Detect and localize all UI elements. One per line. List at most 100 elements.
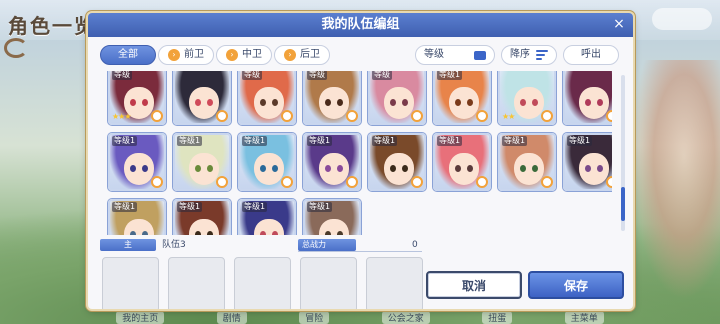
scrollbar-thumb[interactable]: [621, 187, 625, 221]
nav-home: 我的主页: [116, 311, 165, 324]
character-card[interactable]: 等级: [303, 71, 361, 125]
character-card[interactable]: ★★: [498, 71, 556, 125]
portrait-eye: [532, 165, 538, 172]
character-card[interactable]: 等级1: [173, 133, 231, 191]
character-card[interactable]: 等级1: [498, 133, 556, 191]
position-icon: [216, 176, 228, 188]
back-position-icon: ›: [284, 49, 296, 61]
character-card[interactable]: 等级1: [433, 133, 491, 191]
character-level: 等级: [242, 71, 262, 80]
position-icon: [216, 110, 228, 122]
character-level: 等级1: [307, 136, 333, 146]
portrait-eye: [142, 99, 148, 106]
portrait-eye: [520, 165, 526, 172]
position-icon: [346, 110, 358, 122]
character-card[interactable]: 等级1: [368, 133, 426, 191]
portrait-face: [579, 153, 609, 185]
portrait-eye: [390, 99, 396, 106]
portrait-face: [319, 87, 349, 119]
character-card[interactable]: 等级1: [238, 199, 296, 235]
background-menu-button: [652, 8, 712, 30]
portrait-eye: [207, 165, 213, 172]
nav-story: 剧情: [216, 311, 247, 324]
portrait-eye: [467, 165, 473, 172]
character-card[interactable]: 等级: [238, 71, 296, 125]
portrait-face: [254, 87, 284, 119]
front-position-icon: ›: [168, 49, 180, 61]
sort-order-button[interactable]: 降序: [501, 45, 557, 65]
character-grid: 等级 ★★★ 等级 等级 等级 等级1 ★★ 等级1 等级1 等级1 等级1 等级1 等级1 等级1 等级1…: [100, 71, 612, 235]
character-card[interactable]: 等级1: [238, 133, 296, 191]
character-card[interactable]: 等级1: [173, 199, 231, 235]
character-level: 等级: [112, 71, 132, 80]
portrait-eye: [585, 99, 591, 106]
portrait-face: [514, 153, 544, 185]
character-card[interactable]: 等级 ★★★: [108, 71, 166, 125]
character-card[interactable]: 等级1: [563, 133, 612, 191]
portrait-eye: [207, 231, 213, 235]
background-bottom-nav: 我的主页 剧情 冒险 公会之家 扭蛋 主菜单: [90, 308, 630, 324]
party-slot[interactable]: [168, 257, 225, 309]
sort-key-label: 等级: [424, 49, 444, 60]
cancel-button[interactable]: 取消: [426, 271, 522, 299]
sort-key-button[interactable]: 等级: [415, 45, 495, 65]
save-button[interactable]: 保存: [528, 271, 624, 299]
character-card[interactable]: 等级1: [433, 71, 491, 125]
close-icon[interactable]: ×: [611, 17, 627, 33]
nav-menu: 主菜单: [564, 311, 604, 324]
total-power-value: 0: [412, 240, 418, 250]
character-level: 等级1: [177, 202, 203, 212]
sort-controls: 等级 降序 呼出: [415, 45, 619, 65]
portrait-face: [579, 87, 609, 119]
portrait-eye: [585, 165, 591, 172]
portrait-eye: [260, 165, 266, 172]
nav-adventure: 冒险: [299, 311, 330, 324]
portrait-eye: [195, 99, 201, 106]
character-card[interactable]: 等级1: [303, 199, 361, 235]
portrait-eye: [455, 165, 461, 172]
character-card[interactable]: 等级1: [108, 133, 166, 191]
sort-key-icon: [474, 50, 486, 60]
party-slot[interactable]: [300, 257, 357, 309]
party-slot[interactable]: [102, 257, 159, 309]
character-card[interactable]: [563, 71, 612, 125]
character-card[interactable]: 等级1: [108, 199, 166, 235]
recall-button[interactable]: 呼出: [563, 45, 619, 65]
portrait-eye: [390, 165, 396, 172]
party-slot[interactable]: [234, 257, 291, 309]
character-level: 等级1: [242, 202, 268, 212]
portrait-eye: [207, 99, 213, 106]
portrait-eye: [130, 165, 136, 172]
portrait-eye: [260, 231, 266, 235]
position-icon: [411, 176, 423, 188]
nav-guild: 公会之家: [381, 311, 430, 324]
position-icon: [281, 176, 293, 188]
grid-scrollbar[interactable]: [621, 75, 625, 231]
background-character: [630, 60, 720, 300]
portrait-face: [514, 87, 544, 119]
tab-middle[interactable]: › 中卫: [216, 45, 272, 65]
tab-all[interactable]: 全部: [100, 45, 156, 65]
position-icon: [281, 110, 293, 122]
tab-back[interactable]: › 后卫: [274, 45, 330, 65]
portrait-eye: [195, 165, 201, 172]
party-tag: 主: [100, 239, 156, 251]
character-card[interactable]: [173, 71, 231, 125]
tab-label: 全部: [118, 49, 138, 60]
character-level: 等级1: [112, 202, 138, 212]
portrait-eye: [142, 165, 148, 172]
character-level: 等级1: [112, 136, 138, 146]
tab-front[interactable]: › 前卫: [158, 45, 214, 65]
portrait-eye: [402, 99, 408, 106]
character-card[interactable]: 等级: [368, 71, 426, 125]
party-slots: [102, 257, 423, 309]
character-card[interactable]: 等级1: [303, 133, 361, 191]
position-icon: [411, 110, 423, 122]
character-level: 等级1: [567, 136, 593, 146]
portrait-face: [449, 87, 479, 119]
portrait-eye: [325, 99, 331, 106]
party-slot[interactable]: [366, 257, 423, 309]
power-underline: [298, 251, 422, 252]
portrait-eye: [272, 99, 278, 106]
team-edit-dialog: 我的队伍编组 × 全部 › 前卫 › 中卫 › 后卫 等级 降序 呼出 等级 ★…: [88, 13, 633, 309]
